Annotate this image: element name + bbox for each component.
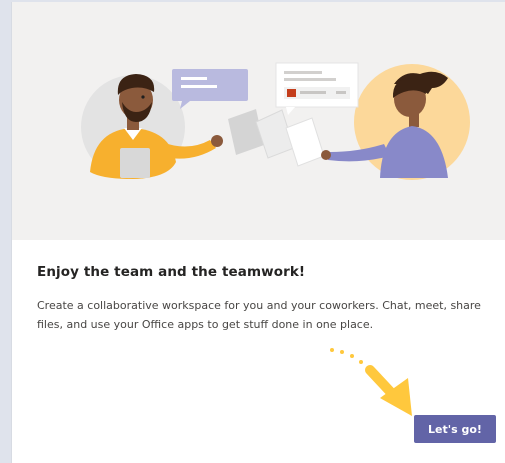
lets-go-button[interactable]: Let's go!	[414, 415, 496, 443]
illustration-people-sharing-files	[81, 62, 470, 180]
dialog-description: Create a collaborative workspace for you…	[37, 299, 481, 331]
dialog-content: Enjoy the team and the teamwork! Create …	[37, 264, 497, 334]
dialog-title: Enjoy the team and the teamwork!	[37, 264, 306, 280]
document-card	[275, 62, 359, 115]
chat-bubble	[172, 69, 248, 109]
welcome-dialog: Enjoy the team and the teamwork! Create …	[11, 2, 505, 463]
hero-illustration	[12, 2, 505, 240]
pointer-arrow-icon	[330, 348, 412, 416]
flying-papers	[228, 109, 325, 167]
